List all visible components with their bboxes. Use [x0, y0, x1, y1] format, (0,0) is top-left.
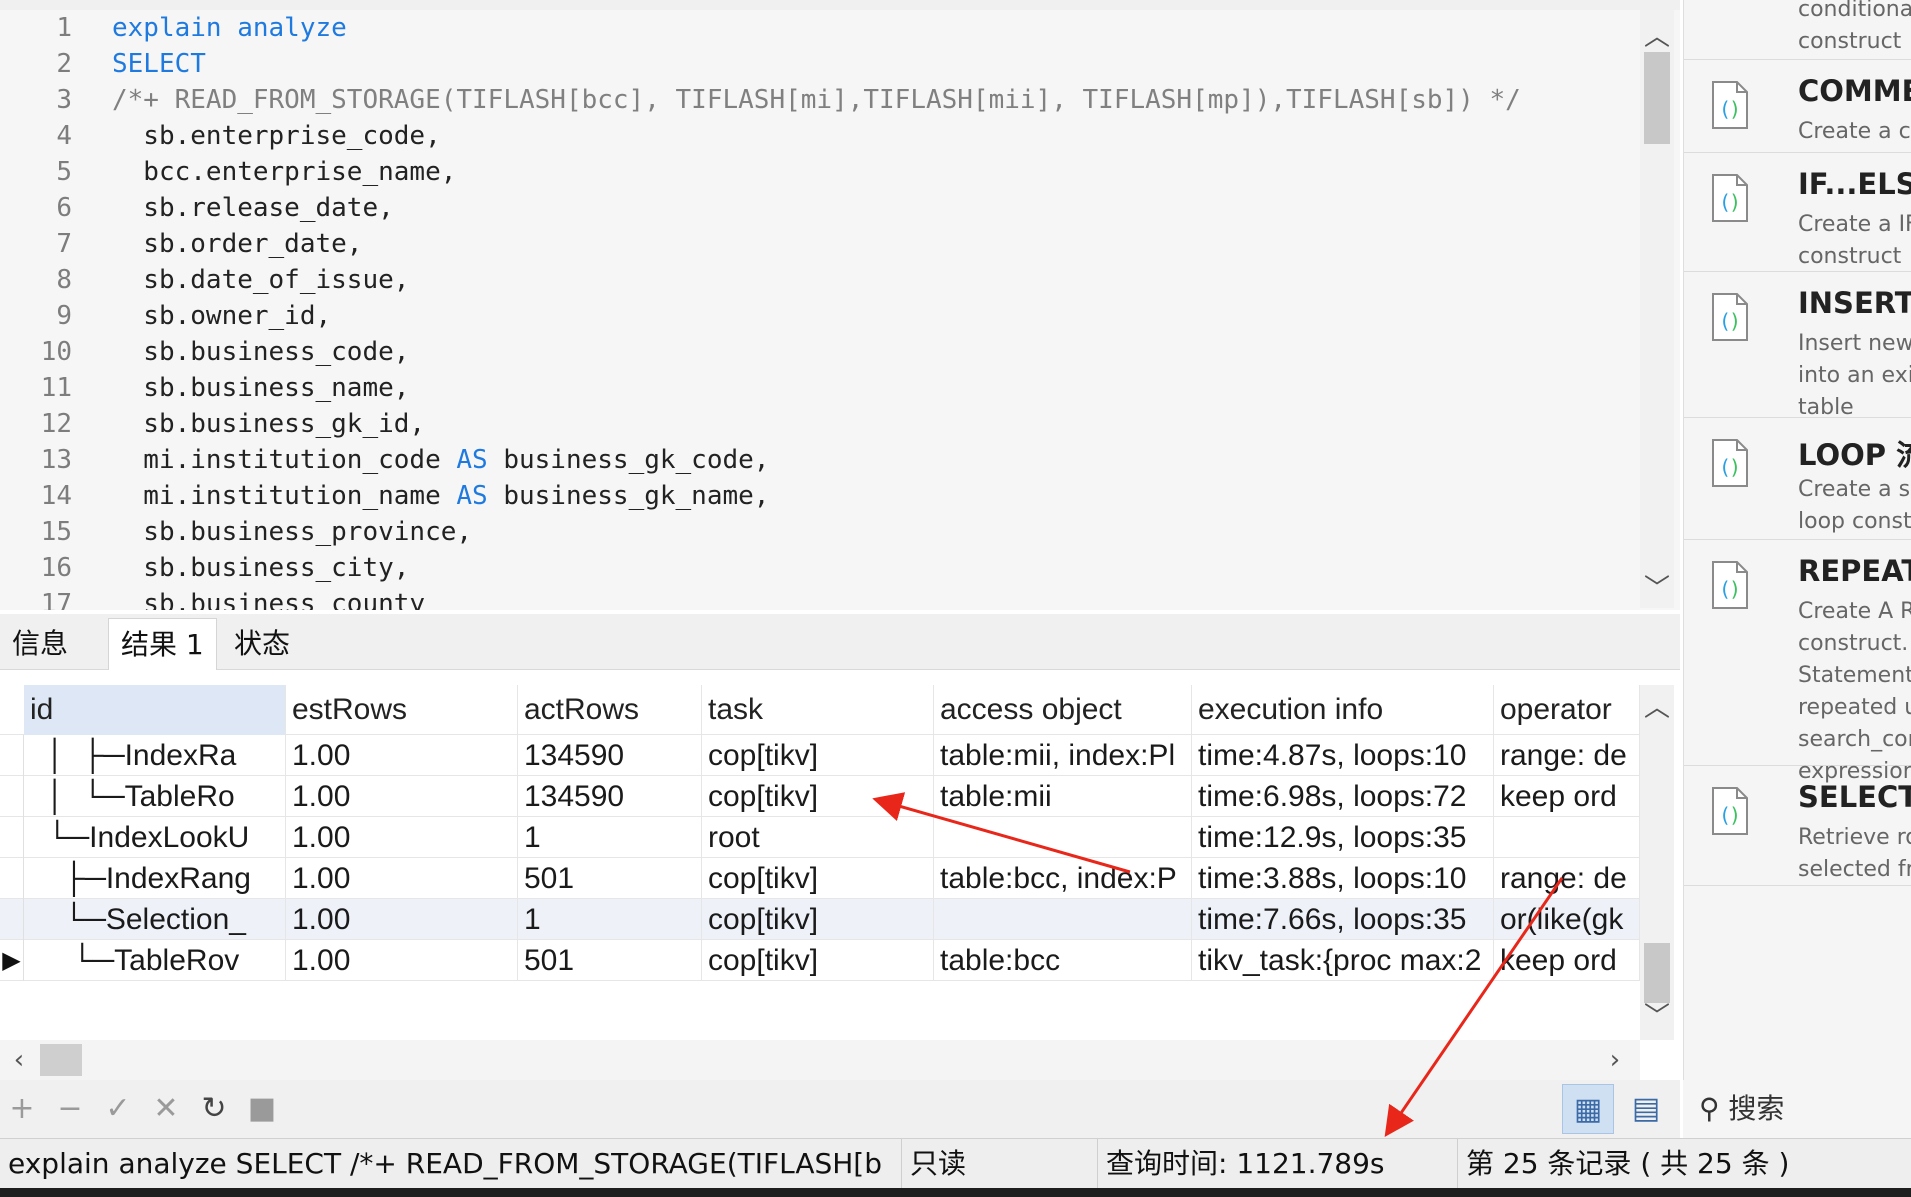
annotation-arrow-left: [872, 792, 1131, 874]
annotation-arrow-down: [1384, 877, 1564, 1137]
annotation-overlay: [872, 792, 1564, 1137]
